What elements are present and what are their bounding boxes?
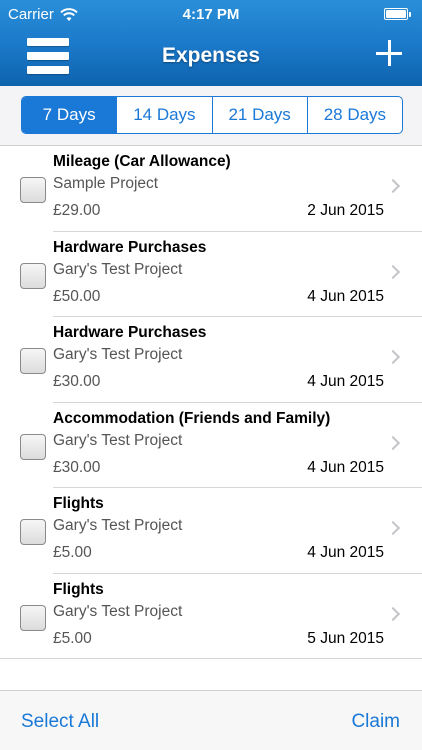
expense-row[interactable]: Accommodation (Friends and Family) Gary'…	[0, 403, 422, 489]
expense-project: Gary's Test Project	[53, 431, 183, 449]
row-checkbox[interactable]	[20, 604, 46, 631]
expense-title: Accommodation (Friends and Family)	[53, 409, 331, 427]
expense-row[interactable]: Flights Gary's Test Project £5.00 5 Jun …	[0, 574, 422, 660]
expense-date: 4 Jun 2015	[307, 373, 384, 390]
row-checkbox[interactable]	[20, 262, 46, 289]
bottom-toolbar: Select All Claim	[0, 690, 422, 750]
expense-amount: £5.00	[53, 629, 92, 647]
expense-row[interactable]: Hardware Purchases Gary's Test Project £…	[0, 317, 422, 403]
expense-project: Gary's Test Project	[53, 260, 183, 278]
chevron-right-icon	[385, 606, 401, 621]
battery-icon	[384, 8, 411, 20]
expense-amount: £30.00	[53, 373, 101, 390]
expense-project: Gary's Test Project	[53, 517, 183, 534]
period-segmented-control: 7 Days 14 Days 21 Days 28 Days	[21, 96, 403, 134]
expense-amount: £50.00	[53, 287, 101, 305]
expense-row[interactable]: Flights Gary's Test Project £5.00 4 Jun …	[0, 488, 422, 574]
status-bar: Carrier 4:17 PM	[0, 0, 422, 30]
expense-title: Flights	[53, 580, 104, 598]
expense-title: Hardware Purchases	[53, 238, 207, 256]
segment-21-days[interactable]: 21 Days	[211, 97, 307, 133]
chevron-right-icon	[385, 435, 401, 450]
chevron-right-icon	[385, 349, 401, 365]
period-selector-bar: 7 Days 14 Days 21 Days 28 Days	[0, 86, 422, 146]
expense-date: 4 Jun 2015	[307, 544, 384, 561]
segment-7-days[interactable]: 7 Days	[22, 97, 117, 133]
expense-project: Gary's Test Project	[53, 346, 183, 363]
row-checkbox[interactable]	[20, 519, 46, 545]
row-checkbox[interactable]	[20, 348, 46, 374]
expense-date: 2 Jun 2015	[307, 202, 384, 219]
page-title: Expenses	[161, 44, 261, 67]
expense-project: Gary's Test Project	[53, 602, 183, 620]
battery-fill	[386, 10, 406, 18]
status-time: 4:17 PM	[182, 6, 240, 23]
segment-14-days[interactable]: 14 Days	[116, 97, 211, 133]
claim-button[interactable]: Claim	[351, 711, 400, 733]
expense-date: 5 Jun 2015	[307, 629, 384, 647]
expense-title: Flights	[53, 495, 104, 512]
row-checkbox[interactable]	[20, 177, 46, 203]
expense-date: 4 Jun 2015	[307, 458, 384, 476]
expense-row[interactable]: Mileage (Car Allowance) Sample Project £…	[0, 146, 422, 232]
expense-title: Hardware Purchases	[53, 324, 207, 341]
add-icon[interactable]	[376, 40, 402, 66]
chevron-right-icon	[385, 264, 401, 279]
expense-title: Mileage (Car Allowance)	[53, 153, 231, 170]
chevron-right-icon	[385, 178, 401, 194]
expense-row[interactable]: Hardware Purchases Gary's Test Project £…	[0, 232, 422, 318]
chevron-right-icon	[385, 520, 401, 536]
expense-project: Sample Project	[53, 175, 159, 192]
expense-amount: £29.00	[53, 202, 101, 219]
expense-list: Mileage (Car Allowance) Sample Project £…	[0, 146, 422, 659]
segment-28-days[interactable]: 28 Days	[306, 97, 402, 133]
select-all-button[interactable]: Select All	[21, 711, 99, 733]
expense-amount: £5.00	[53, 544, 92, 561]
nav-header: Carrier 4:17 PM Expenses	[0, 0, 422, 86]
expense-date: 4 Jun 2015	[307, 287, 384, 305]
row-checkbox[interactable]	[20, 433, 46, 460]
expense-amount: £30.00	[53, 458, 101, 476]
